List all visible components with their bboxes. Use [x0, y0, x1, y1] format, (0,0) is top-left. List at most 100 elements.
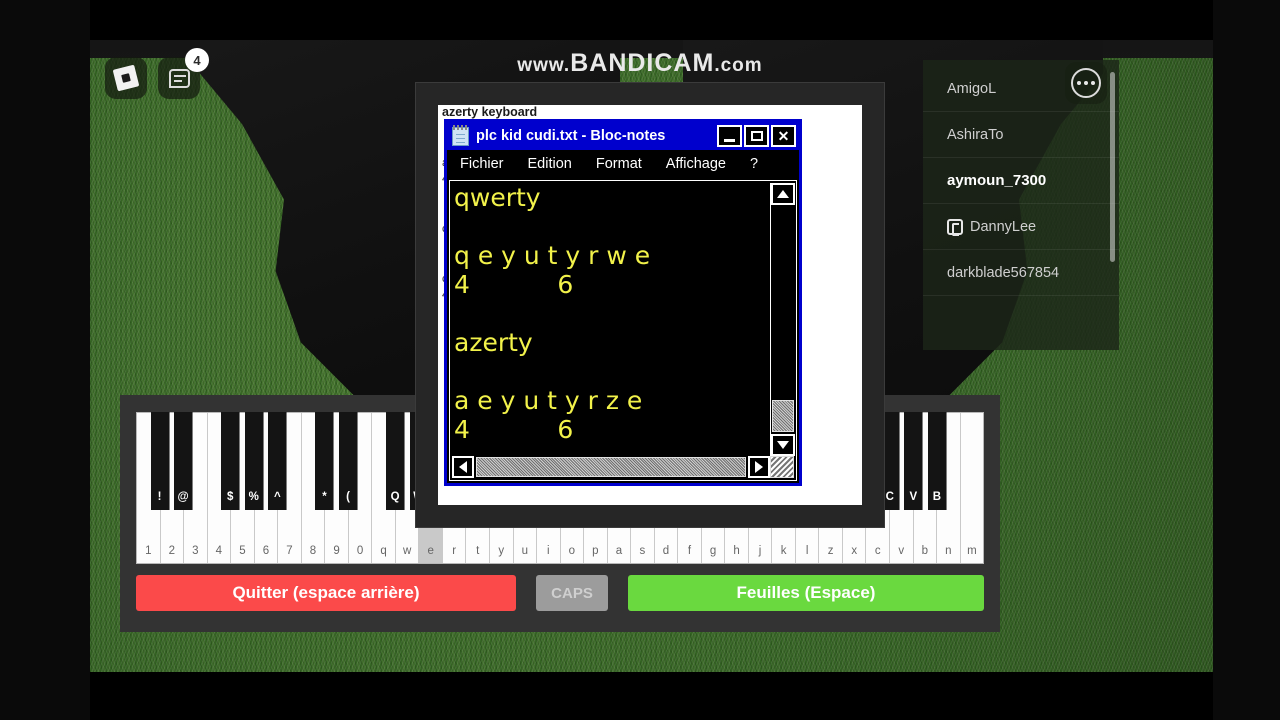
notepad-text-content[interactable]: qwerty q e y u t y r w e 4 6 azerty a e … — [454, 183, 766, 458]
white-key-label: f — [687, 545, 692, 557]
notepad-menu-bar: Fichier Edition Format Affichage ? — [447, 150, 799, 178]
white-key-label: j — [758, 545, 762, 557]
white-key-m[interactable]: m — [960, 413, 984, 563]
player-name: aymoun_7300 — [947, 172, 1047, 189]
white-key-2[interactable]: 2 — [160, 413, 185, 563]
white-key-label: p — [592, 545, 599, 557]
white-key-label: i — [547, 545, 550, 557]
white-key-label: m — [967, 545, 977, 557]
screenshot-stage: 4 AmigoL AshiraTo aymoun_7300 DannyLee d… — [0, 0, 1280, 720]
white-key-label: 4 — [215, 545, 223, 557]
scroll-up-button[interactable] — [771, 183, 795, 205]
player-name: AmigoL — [947, 80, 997, 97]
menu-item-help[interactable]: ? — [750, 156, 758, 172]
sheets-button[interactable]: Feuilles (Espace) — [628, 575, 984, 611]
white-key-4[interactable]: 4 — [207, 413, 232, 563]
white-key-label: g — [709, 545, 717, 557]
white-key-label: t — [476, 545, 480, 557]
white-key-q[interactable]: q — [372, 413, 396, 563]
scroll-down-button[interactable] — [771, 434, 795, 456]
white-key-label: x — [851, 545, 858, 557]
white-key-label: 6 — [262, 545, 270, 557]
white-key-6[interactable]: 6 — [254, 413, 279, 563]
player-name: DannyLee — [970, 218, 1037, 235]
white-key-label: 1 — [145, 545, 152, 557]
vertical-scroll-thumb[interactable] — [772, 400, 794, 432]
notepad-text-area-container[interactable]: qwerty q e y u t y r w e 4 6 azerty a e … — [449, 180, 797, 481]
scroll-right-button[interactable] — [748, 456, 770, 478]
white-key-label: 5 — [239, 545, 246, 557]
menu-item-edition[interactable]: Edition — [528, 156, 572, 172]
resize-grip[interactable] — [770, 456, 794, 478]
player-name: darkblade567854 — [947, 264, 1060, 281]
notepad-title: plc kid cudi.txt - Bloc-notes — [476, 128, 666, 144]
white-key-1[interactable]: 1 — [137, 413, 161, 563]
white-key-label: 3 — [192, 545, 199, 557]
white-key-label: e — [427, 545, 434, 557]
white-key-9[interactable]: 9 — [325, 413, 349, 563]
letterbox-left — [0, 0, 90, 720]
white-key-label: 8 — [309, 545, 317, 557]
player-name: AshiraTo — [947, 126, 1004, 143]
white-key-label: n — [945, 545, 952, 557]
white-key-label: h — [733, 545, 740, 557]
white-key-5[interactable]: 5 — [231, 413, 255, 563]
watermark-suffix: .com — [714, 55, 763, 76]
white-key-label: 2 — [168, 545, 175, 557]
menu-item-affichage[interactable]: Affichage — [666, 156, 726, 172]
background-window-title: azerty keyboard — [442, 105, 538, 119]
list-item-local-player[interactable]: aymoun_7300 — [923, 158, 1119, 204]
menu-item-format[interactable]: Format — [596, 156, 642, 172]
white-key-n[interactable]: n — [937, 413, 961, 563]
horizontal-scrollbar[interactable] — [452, 456, 770, 478]
minimize-button[interactable] — [717, 125, 742, 147]
white-key-8[interactable]: 8 — [301, 413, 326, 563]
menu-item-fichier[interactable]: Fichier — [460, 156, 504, 172]
white-key-label: 9 — [333, 545, 340, 557]
white-key-0[interactable]: 0 — [348, 413, 373, 563]
watermark-brand: BANDICAM — [570, 49, 715, 77]
list-item[interactable]: darkblade567854 — [923, 250, 1119, 296]
white-key-label: a — [615, 545, 623, 557]
white-key-v[interactable]: v — [890, 413, 914, 563]
white-key-label: c — [874, 545, 881, 557]
quit-button[interactable]: Quitter (espace arrière) — [136, 575, 516, 611]
horizontal-scroll-thumb[interactable] — [476, 457, 746, 477]
letterbox-top — [0, 0, 1280, 40]
watermark-prefix: www. — [517, 55, 571, 76]
white-key-label: 7 — [286, 545, 293, 557]
white-key-3[interactable]: 3 — [184, 413, 208, 563]
maximize-button[interactable] — [744, 125, 769, 147]
white-key-label: s — [639, 545, 646, 557]
white-key-label: l — [805, 545, 809, 557]
white-key-label: r — [452, 545, 457, 557]
white-key-7[interactable]: 7 — [278, 413, 302, 563]
white-key-label: b — [921, 545, 928, 557]
white-key-label: u — [521, 545, 528, 557]
player-list-scrollbar[interactable] — [1110, 72, 1115, 262]
window-controls: ✕ — [717, 125, 796, 147]
white-key-label: q — [380, 545, 387, 557]
white-key-b[interactable]: b — [913, 413, 938, 563]
close-button[interactable]: ✕ — [771, 125, 796, 147]
premium-badge-icon — [947, 218, 963, 236]
white-key-label: w — [402, 545, 412, 557]
bandicam-watermark: www.BANDICAM.com — [0, 49, 1280, 78]
white-key-label: 0 — [356, 545, 364, 557]
white-key-label: y — [498, 545, 505, 557]
notepad-window[interactable]: plc kid cudi.txt - Bloc-notes ✕ Fichier … — [444, 119, 802, 486]
white-key-label: z — [827, 545, 834, 557]
list-item[interactable]: DannyLee — [923, 204, 1119, 250]
caps-button[interactable]: CAPS — [536, 575, 608, 611]
notepad-title-bar[interactable]: plc kid cudi.txt - Bloc-notes ✕ — [447, 122, 799, 150]
letterbox-right — [1213, 0, 1280, 720]
white-key-label: k — [780, 545, 787, 557]
letterbox-bottom — [0, 672, 1280, 720]
white-key-label: v — [898, 545, 905, 557]
list-item[interactable]: AshiraTo — [923, 112, 1119, 158]
white-key-label: d — [662, 545, 670, 557]
vertical-scrollbar[interactable] — [770, 183, 795, 456]
white-key-label: o — [568, 545, 576, 557]
notepad-icon — [452, 124, 469, 146]
scroll-left-button[interactable] — [452, 456, 474, 478]
